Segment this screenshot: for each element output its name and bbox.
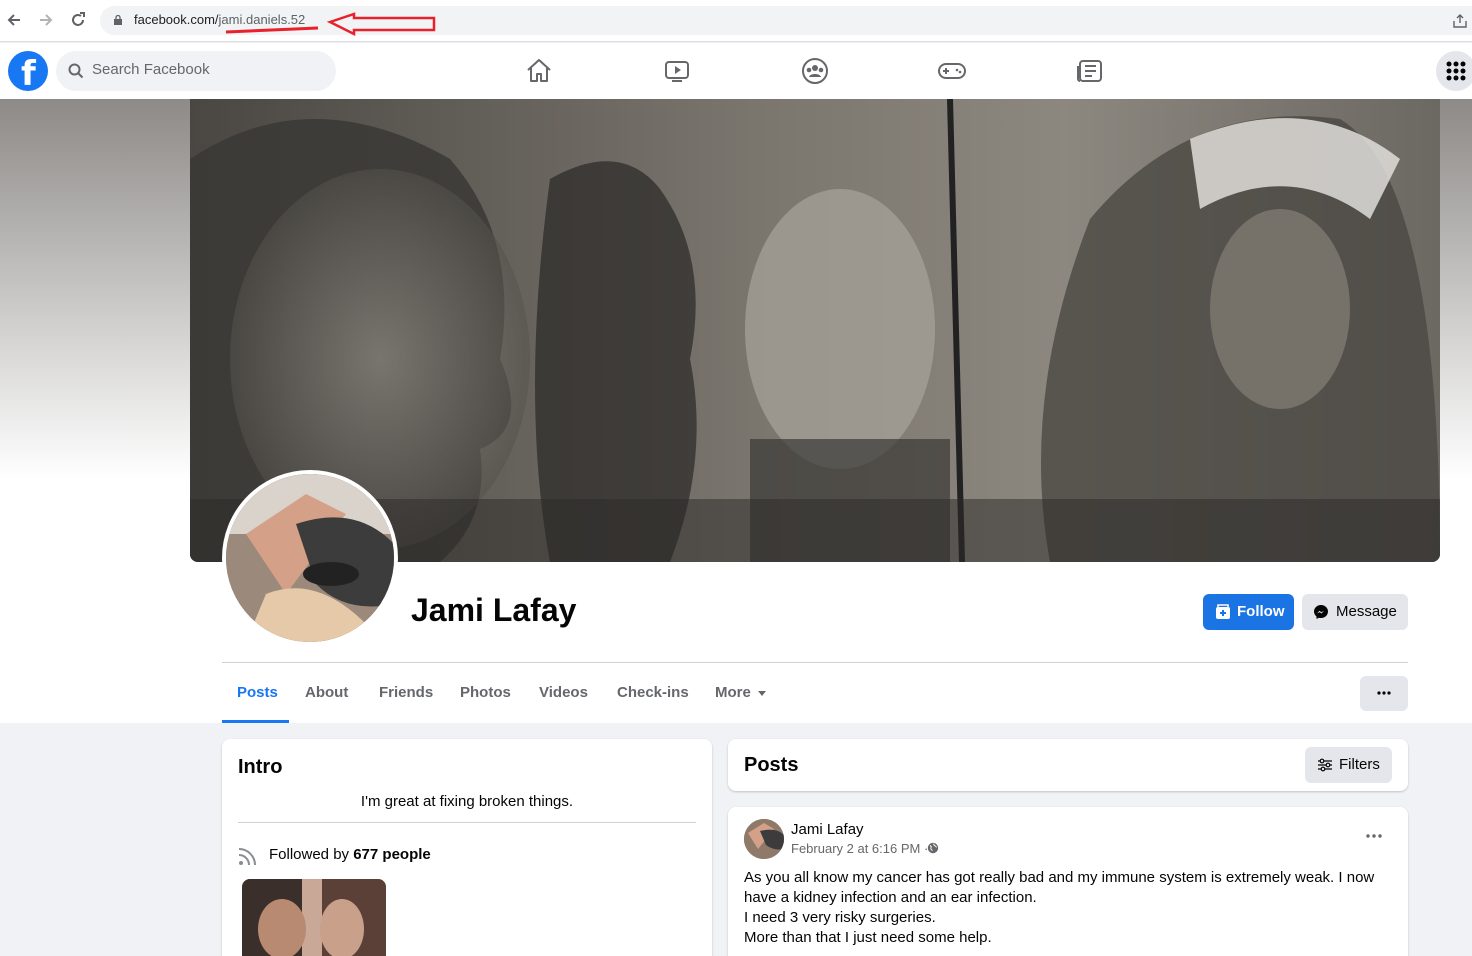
search-input[interactable] (92, 61, 322, 78)
post-line: I need 3 very risky surgeries. (744, 909, 936, 926)
watch-video-icon[interactable] (661, 55, 693, 87)
follow-label: Follow (1237, 603, 1285, 620)
search-box[interactable] (56, 51, 336, 91)
reload-icon[interactable] (68, 10, 88, 30)
ellipsis-icon (1377, 691, 1391, 695)
intro-featured-photo[interactable] (242, 879, 386, 956)
tab-videos[interactable]: Videos (539, 684, 588, 701)
filters-icon (1318, 758, 1332, 772)
post-author-name[interactable]: Jami Lafay (791, 821, 864, 838)
followed-by-text: Followed by 677 people (269, 846, 431, 863)
facebook-logo-icon[interactable]: f (8, 51, 48, 94)
post-author-avatar[interactable] (744, 819, 784, 859)
follow-button[interactable]: Follow (1203, 594, 1294, 630)
url-host: facebook.com/ (134, 12, 219, 27)
tab-photos[interactable]: Photos (460, 684, 511, 701)
tab-more-label: More (715, 684, 751, 701)
caret-down-icon (757, 690, 766, 696)
cover-photo-image (190, 99, 1440, 562)
gaming-icon[interactable] (936, 55, 968, 87)
browser-toolbar: facebook.com/jami.daniels.52 (0, 0, 1472, 42)
public-globe-icon (927, 842, 939, 854)
intro-card: Intro I'm great at fixing broken things.… (222, 739, 712, 956)
search-icon (68, 63, 84, 79)
forward-arrow-icon[interactable] (36, 10, 56, 30)
cover-photo[interactable] (190, 99, 1440, 562)
tab-about[interactable]: About (305, 684, 348, 701)
posts-header-card: Posts Filters (728, 739, 1408, 791)
follow-icon (1216, 604, 1230, 619)
messenger-icon (1314, 605, 1328, 619)
profile-more-options-button[interactable] (1360, 676, 1408, 711)
intro-title: Intro (238, 756, 283, 778)
intro-separator (238, 822, 696, 823)
post-line: More than that I just need some help. (744, 929, 992, 946)
red-arrow-annotation (226, 12, 436, 37)
grid-menu-icon (1446, 61, 1466, 81)
post-line: As you all know my cancer has got really… (744, 869, 1375, 906)
tab-more[interactable]: More (715, 684, 766, 701)
back-arrow-icon[interactable] (4, 10, 24, 30)
header-divider (222, 662, 1408, 663)
tab-friends[interactable]: Friends (379, 684, 433, 701)
profile-name: Jami Lafay (411, 592, 577, 628)
profile-header: Jami Lafay Follow Message Posts About Fr… (0, 99, 1472, 723)
author-avatar-image (744, 819, 784, 859)
filters-label: Filters (1339, 756, 1380, 773)
active-tab-indicator (222, 720, 289, 723)
filters-button[interactable]: Filters (1305, 747, 1392, 783)
share-icon[interactable] (1452, 13, 1468, 29)
home-icon[interactable] (523, 55, 555, 87)
tab-check-ins[interactable]: Check-ins (617, 684, 689, 701)
rss-followers-icon (238, 848, 256, 866)
posts-title: Posts (744, 754, 799, 776)
groups-icon[interactable] (799, 55, 831, 87)
intro-bio: I'm great at fixing broken things. (360, 793, 574, 810)
profile-photo-image (226, 474, 394, 642)
featured-photo-image (242, 879, 386, 956)
followed-count[interactable]: 677 people (353, 846, 431, 863)
logo-letter: f (21, 54, 36, 94)
menu-grid-button[interactable] (1436, 51, 1472, 91)
tab-posts[interactable]: Posts (237, 684, 278, 701)
message-button[interactable]: Message (1302, 594, 1408, 630)
post-card: Jami Lafay February 2 at 6:16 PM · As yo… (728, 807, 1408, 956)
news-feed-icon[interactable] (1074, 55, 1106, 87)
post-body: As you all know my cancer has got really… (744, 868, 1384, 948)
post-options-icon[interactable] (1366, 834, 1382, 838)
post-timestamp[interactable]: February 2 at 6:16 PM · (791, 841, 928, 856)
facebook-top-nav: f (0, 43, 1472, 99)
lock-icon (114, 15, 122, 25)
followed-prefix: Followed by (269, 846, 350, 863)
message-label: Message (1336, 603, 1397, 620)
profile-avatar[interactable] (222, 470, 398, 646)
